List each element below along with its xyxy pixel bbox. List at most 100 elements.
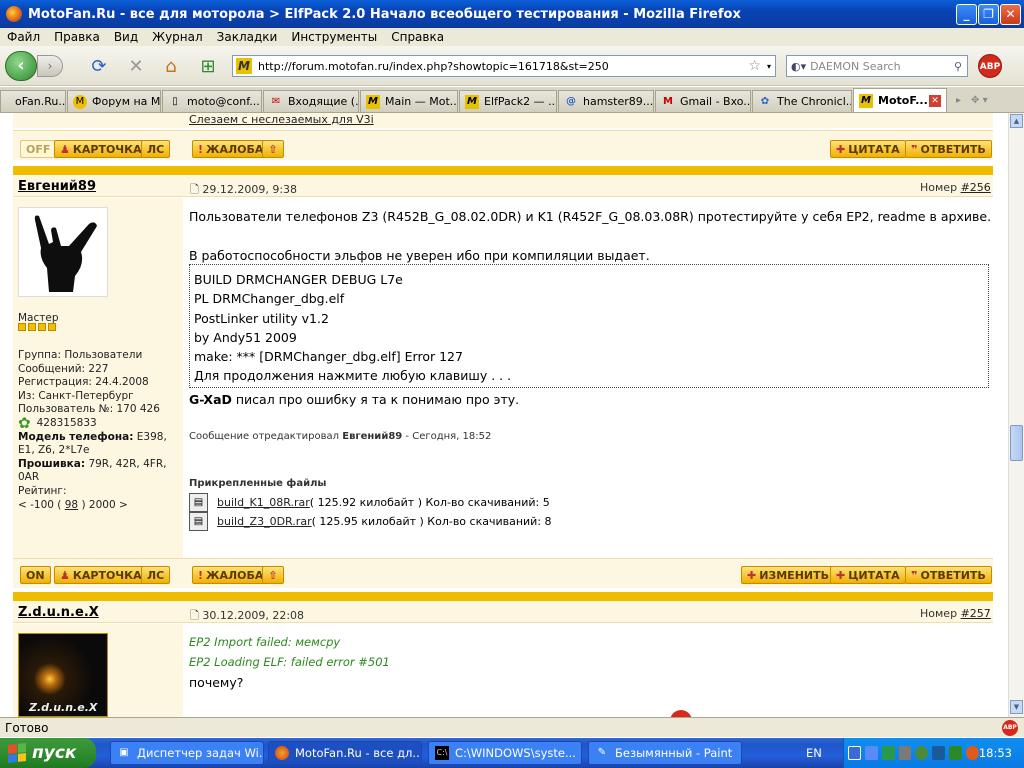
post-divider	[13, 592, 993, 601]
task-cmd[interactable]: C:\ C:\WINDOWS\syste...	[428, 741, 582, 765]
reply-button[interactable]: ❞ ОТВЕТИТЬ	[905, 140, 992, 158]
menu-tools[interactable]: Инструменты	[284, 30, 384, 44]
stop-icon[interactable]: ✕	[125, 56, 147, 78]
system-tray: 18:53	[843, 738, 1024, 768]
edit-button[interactable]: ✚ ИЗМЕНИТЬ	[741, 566, 835, 584]
post-author[interactable]: Евгений89	[18, 179, 96, 194]
quote-marks-icon: ❞	[911, 568, 918, 582]
battery-icon[interactable]	[949, 746, 962, 760]
vertical-scrollbar[interactable]: ▲ ▼	[1008, 113, 1024, 717]
status-bar: Готово ABP	[0, 717, 1024, 737]
adblock-icon[interactable]: ABP	[978, 54, 1002, 78]
scroll-down-arrow-icon[interactable]: ▼	[1010, 700, 1023, 714]
tab-elfpack[interactable]: M ElfPack2 — ...	[459, 90, 557, 112]
bookmark-star-icon[interactable]: ☆	[748, 58, 761, 74]
post-text-3: почему?	[189, 675, 244, 690]
tab-list-icon[interactable]: ✥ ▾	[971, 95, 988, 106]
search-engine-icon[interactable]: ◐▾	[791, 60, 806, 73]
post-text-2: EP2 Loading ELF: failed error #501	[189, 655, 390, 669]
close-button[interactable]: ✕	[1000, 4, 1021, 25]
new-tab-icon[interactable]: ⊞	[197, 56, 219, 78]
firefox-icon	[6, 6, 22, 22]
maximize-button[interactable]: ❐	[978, 4, 999, 25]
paint-icon: ✎	[597, 747, 607, 758]
pm-button[interactable]: ЛС	[141, 140, 171, 158]
search-bar[interactable]: ◐▾ DAEMON Search ⚲	[786, 55, 968, 77]
motorola-icon: M	[73, 94, 87, 109]
tab-moto-conf[interactable]: ▯ moto@conf...	[162, 90, 262, 112]
url-text[interactable]: http://forum.motofan.ru/index.php?showto…	[258, 60, 609, 73]
start-button[interactable]: пуск	[0, 738, 96, 768]
post-author[interactable]: Z.d.u.n.e.X	[18, 605, 99, 620]
quote-marks-icon: ❞	[911, 142, 918, 156]
post-doc-icon: 🗋	[190, 183, 199, 196]
reply-button[interactable]: ❞ ОТВЕТИТЬ	[905, 566, 992, 584]
exclamation-icon: !	[198, 568, 204, 582]
menu-history[interactable]: Журнал	[145, 30, 210, 44]
icq-tray-icon[interactable]	[915, 746, 929, 760]
prev-post-tail	[13, 113, 993, 128]
reload-icon[interactable]: ⟳	[88, 56, 110, 78]
language-indicator[interactable]: EN	[806, 746, 822, 760]
post-number: Номер #256	[920, 181, 991, 194]
scrollbar-thumb[interactable]	[1010, 425, 1023, 461]
prev-post-link[interactable]: Слезаем с неслезаемых для V3i	[189, 113, 374, 126]
url-bar[interactable]: M http://forum.motofan.ru/index.php?show…	[232, 55, 776, 77]
scroll-up-button[interactable]: ⇧	[262, 566, 284, 584]
tab-forum[interactable]: MФорум на M...	[67, 90, 161, 112]
back-button[interactable]: ‹	[5, 51, 37, 81]
menu-help[interactable]: Справка	[384, 30, 451, 44]
tab-motofan-active[interactable]: M MotoF... ✕	[853, 88, 947, 112]
task-paint[interactable]: ✎ Безымянный - Paint	[588, 741, 742, 765]
menu-bookmarks[interactable]: Закладки	[210, 30, 285, 44]
h-icon[interactable]	[881, 746, 895, 760]
url-dropdown-icon[interactable]: ▾	[767, 62, 771, 71]
online-badge: ON	[20, 566, 51, 584]
archive-icon: ▤	[189, 493, 208, 512]
post-number: Номер #257	[920, 607, 991, 620]
quote-button[interactable]: ✚ ЦИТАТА	[830, 140, 906, 158]
forward-button[interactable]: ›	[37, 55, 63, 77]
post-number-link[interactable]: #256	[961, 181, 991, 194]
card-button[interactable]: ♟ КАРТОЧКА	[54, 566, 148, 584]
complaint-button[interactable]: ! ЖАЛОБА	[192, 566, 270, 584]
tab-gmail[interactable]: M Gmail - Bxo...	[655, 90, 751, 112]
tab-close-icon[interactable]: ✕	[929, 94, 941, 107]
quote-button[interactable]: ✚ ЦИТАТА	[830, 566, 906, 584]
menu-edit[interactable]: Правка	[47, 30, 107, 44]
tab-main[interactable]: M Main — Mot...	[360, 90, 458, 112]
post-number-link[interactable]: #257	[961, 607, 991, 620]
attachment-link-2[interactable]: build_Z3_0DR.rar	[217, 515, 312, 528]
menu-file[interactable]: Файл	[0, 30, 47, 44]
task-firefox[interactable]: MotoFan.Ru - все дл...	[268, 741, 422, 765]
menu-view[interactable]: Вид	[107, 30, 145, 44]
rating-link[interactable]: 98	[65, 499, 78, 511]
speaker-icon[interactable]	[932, 746, 946, 760]
search-icon[interactable]: ⚲	[954, 60, 962, 73]
tab-inbox[interactable]: ✉ Входящие (...	[263, 90, 359, 112]
scroll-up-button[interactable]: ⇧	[262, 140, 284, 158]
task-task-manager[interactable]: ▣ Диспетчер задач Wi...	[110, 741, 264, 765]
plus-icon: ✚	[747, 568, 757, 582]
gmail-icon: M	[663, 95, 673, 107]
home-icon[interactable]: ⌂	[160, 56, 182, 78]
pm-button[interactable]: ЛС	[141, 566, 171, 584]
update-icon[interactable]	[965, 746, 979, 760]
monitor-icon[interactable]	[865, 746, 878, 760]
search-input[interactable]: DAEMON Search	[810, 60, 900, 73]
adblock-status-icon[interactable]: ABP	[1002, 719, 1018, 736]
clock: 18:53	[978, 746, 1012, 760]
tab-motofan-1[interactable]: oFan.Ru...	[0, 90, 66, 112]
device-icon[interactable]	[898, 746, 912, 760]
tab-chronicle[interactable]: ✿ The Chronicl...	[752, 90, 852, 112]
complaint-button[interactable]: ! ЖАЛОБА	[192, 140, 270, 158]
tab-hamster[interactable]: @ hamster89...	[558, 90, 654, 112]
tab-scroll-right-icon[interactable]: ▸	[956, 95, 961, 106]
butterfly-icon: ✿	[760, 95, 770, 107]
attachment-link-1[interactable]: build_K1_08R.rar	[217, 496, 310, 509]
yandex-mail-icon: ✉	[271, 95, 281, 107]
card-button[interactable]: ♟ КАРТОЧКА	[54, 140, 148, 158]
scroll-up-arrow-icon[interactable]: ▲	[1010, 114, 1023, 128]
minimize-button[interactable]: _	[956, 4, 977, 25]
network-icon[interactable]	[848, 746, 861, 760]
